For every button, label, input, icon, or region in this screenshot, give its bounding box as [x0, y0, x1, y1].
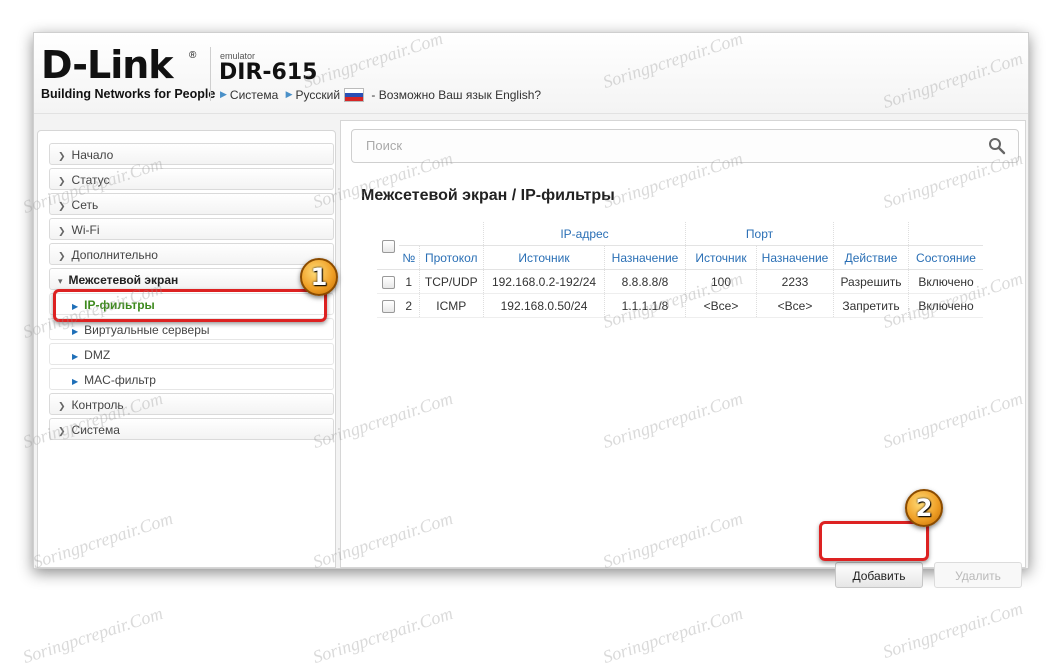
table-column-header: № Протокол Источник Назначение Источник … [377, 245, 983, 270]
circle-arrow-icon: ❯ [58, 226, 66, 236]
search-placeholder: Поиск [366, 138, 403, 153]
row-state: Включено [908, 293, 983, 318]
group-port: Порт [685, 222, 834, 246]
dlink-logo: D-Link [41, 43, 174, 87]
table-row[interactable]: 2 ICMP 192.168.0.50/24 1.1.1.1/8 <Все> <… [377, 293, 983, 318]
row-checkbox[interactable] [381, 299, 395, 313]
table-group-header: IP-адрес Порт [377, 222, 983, 270]
col-protocol[interactable]: Протокол [418, 245, 484, 270]
row-action: Запретить [833, 293, 909, 318]
row-state: Включено [908, 269, 983, 294]
search-icon[interactable] [988, 137, 1006, 155]
sidebar-item-status[interactable]: ❯ Статус [49, 168, 334, 190]
col-ip-source[interactable]: Источник [483, 245, 605, 270]
group-ip-address: IP-адрес [483, 222, 686, 246]
sidebar-item-label: Статус [71, 173, 110, 187]
triangle-right-icon: ▶ [72, 377, 79, 386]
row-checkbox[interactable] [381, 275, 395, 289]
watermark: Soringpcrepair.Com [880, 597, 1026, 663]
sidebar-item-system[interactable]: ❯ Система [49, 418, 334, 440]
header: D-Link ® Building Networks for People em… [34, 33, 1028, 114]
col-port-source[interactable]: Источник [685, 245, 757, 270]
ip-filters-table: IP-адрес Порт № Протокол Источник Назнач… [377, 222, 983, 318]
row-port-destination: 2233 [756, 269, 834, 294]
sidebar-item-label: Wi-Fi [71, 223, 100, 237]
add-button[interactable]: Добавить [835, 562, 923, 588]
col-port-destination[interactable]: Назначение [756, 245, 834, 270]
row-protocol: ICMP [418, 293, 484, 318]
col-state[interactable]: Состояние [908, 245, 983, 270]
nav-system-link[interactable]: Система [230, 88, 278, 102]
row-action: Разрешить [833, 269, 909, 294]
sidebar-item-label: MAC-фильтр [84, 373, 156, 387]
sidebar-item-label: Виртуальные серверы [84, 323, 210, 337]
row-number: 1 [399, 269, 419, 294]
select-all-checkbox[interactable] [381, 239, 395, 253]
logo-tagline: Building Networks for People [41, 87, 216, 101]
triangle-right-icon: ▶ [72, 327, 79, 336]
select-all-cell [377, 222, 399, 270]
russia-flag-icon [344, 87, 365, 102]
sidebar-item-label: Контроль [71, 398, 124, 412]
model-name: DIR-615 [219, 60, 318, 85]
sidebar-item-dmz[interactable]: ▶ DMZ [49, 343, 334, 365]
header-nav: ▶ Система ▶ Русский - Возможно Ваш язык En… [220, 87, 541, 102]
sidebar-item-label: DMZ [84, 348, 111, 362]
language-hint-link[interactable]: - Возможно Ваш язык English? [371, 88, 541, 102]
circle-arrow-icon: ❯ [58, 426, 66, 436]
nav-language-link[interactable]: Русский [296, 88, 341, 102]
page-title: Межсетевой экран / IP-фильтры [361, 187, 615, 204]
search-input[interactable]: Поиск [351, 129, 1019, 163]
highlight-add-button [819, 521, 929, 561]
watermark: Soringpcrepair.Com [20, 602, 166, 668]
sidebar-item-label: Сеть [71, 198, 99, 212]
row-protocol: TCP/UDP [418, 269, 484, 294]
triangle-right-icon: ▶ [220, 89, 227, 100]
circle-arrow-icon: ❯ [58, 251, 66, 261]
sidebar-item-label: Дополнительно [71, 248, 158, 262]
circle-arrow-icon: ❯ [58, 151, 66, 161]
row-port-source: 100 [685, 269, 757, 294]
sidebar-item-firewall[interactable]: ▾ Межсетевой экран [49, 268, 334, 290]
chevron-down-icon: ▾ [58, 276, 63, 286]
sidebar-item-label: Начало [71, 148, 114, 162]
table-row[interactable]: 1 TCP/UDP 192.168.0.2-192/24 8.8.8.8/8 1… [377, 269, 983, 294]
registered-mark: ® [189, 50, 197, 61]
header-divider [210, 47, 211, 101]
row-number: 2 [399, 293, 419, 318]
sidebar: ❯ Начало ❯ Статус ❯ Сеть ❯ Wi-Fi ❯ Дополнител… [37, 130, 336, 568]
sidebar-item-mac-filter[interactable]: ▶ MAC-фильтр [49, 368, 334, 390]
row-ip-source: 192.168.0.2-192/24 [483, 269, 605, 294]
circle-arrow-icon: ❯ [58, 401, 66, 411]
sidebar-item-label: Межсетевой экран [68, 273, 179, 287]
sidebar-item-wifi[interactable]: ❯ Wi-Fi [49, 218, 334, 240]
sidebar-item-control[interactable]: ❯ Контроль [49, 393, 334, 415]
row-port-destination: <Все> [756, 293, 834, 318]
step-badge-2: 2 [905, 489, 943, 527]
row-port-source: <Все> [685, 293, 757, 318]
triangle-right-icon: ▶ [285, 89, 293, 100]
col-action[interactable]: Действие [833, 245, 909, 270]
sidebar-item-advanced[interactable]: ❯ Дополнительно [49, 243, 334, 265]
row-ip-destination: 8.8.8.8/8 [604, 269, 686, 294]
col-ip-destination[interactable]: Назначение [604, 245, 686, 270]
sidebar-item-home[interactable]: ❯ Начало [49, 143, 334, 165]
delete-button[interactable]: Удалить [934, 562, 1022, 588]
sidebar-item-label: Система [71, 423, 120, 437]
col-number[interactable]: № [399, 245, 419, 270]
watermark: Soringpcrepair.Com [600, 602, 746, 668]
step-badge-1: 1 [300, 258, 338, 296]
highlight-ip-filters [53, 289, 327, 322]
sidebar-item-network[interactable]: ❯ Сеть [49, 193, 334, 215]
row-ip-source: 192.168.0.50/24 [483, 293, 605, 318]
watermark: Soringpcrepair.Com [310, 602, 456, 668]
circle-arrow-icon: ❯ [58, 176, 66, 186]
row-ip-destination: 1.1.1.1/8 [604, 293, 686, 318]
triangle-right-icon: ▶ [72, 352, 79, 361]
circle-arrow-icon: ❯ [58, 201, 66, 211]
